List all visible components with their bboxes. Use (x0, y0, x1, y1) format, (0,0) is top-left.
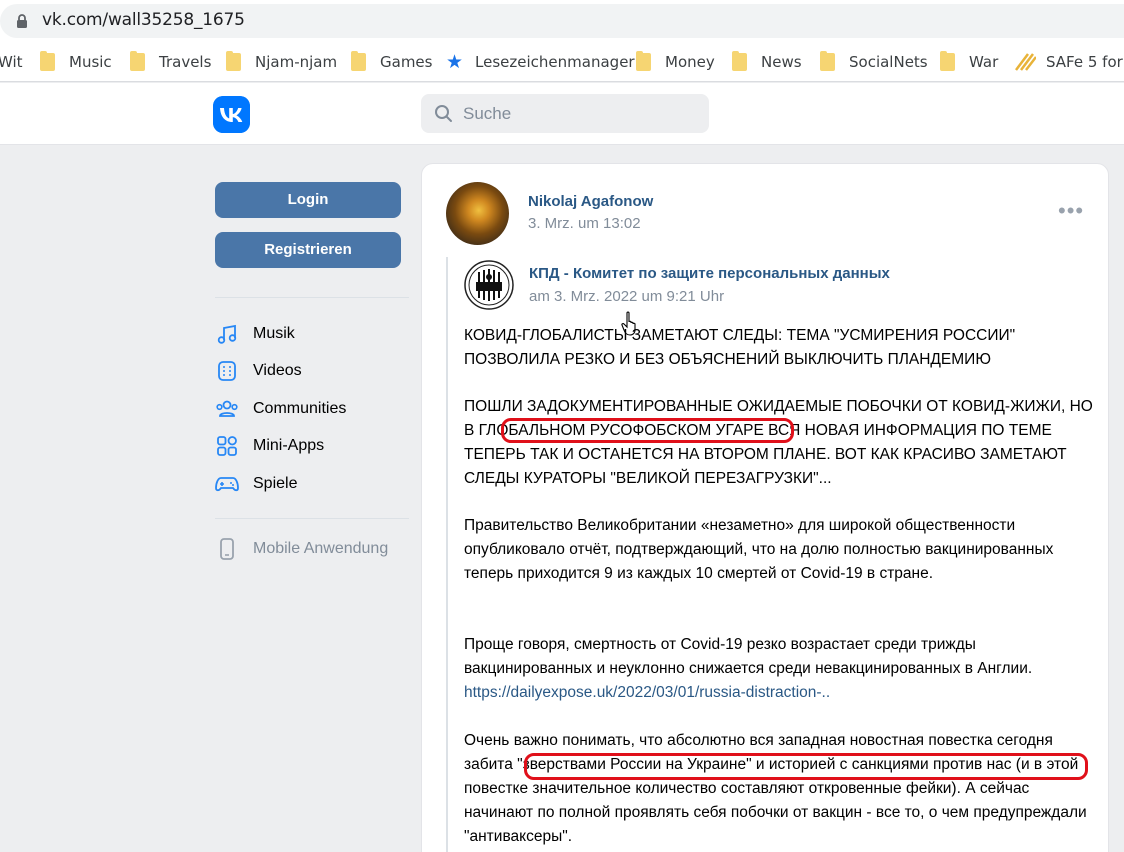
folder-icon (351, 51, 366, 71)
bookmark-label: Games (380, 53, 433, 71)
sidebar-item-label: Communities (253, 400, 347, 417)
source-name[interactable]: КПД - Комитет по защите персональных дан… (529, 265, 890, 282)
source-avatar[interactable] (464, 260, 514, 310)
bookmark-label: SocialNets (849, 53, 928, 71)
bookmark-label: Money (665, 53, 715, 71)
bookmark-njam-njam[interactable]: Njam-njam (226, 51, 338, 72)
bookmark-label: News (761, 53, 802, 71)
bookmark-safe[interactable]: SAFe 5 for L (1014, 52, 1124, 72)
mini-apps-icon (215, 434, 239, 458)
sidebar-item-label: Mobile Anwendung (253, 540, 389, 557)
bookmark-label: War (969, 53, 999, 71)
sidebar-item-label: Musik (253, 325, 295, 342)
sidebar-divider (215, 518, 409, 519)
bookmark-war[interactable]: War (940, 51, 999, 72)
bookmark-label: Njam-njam (255, 53, 338, 71)
folder-icon (732, 51, 747, 71)
sidebar-item-label: Videos (253, 362, 302, 379)
search-input[interactable] (463, 94, 703, 133)
source-date[interactable]: am 3. Mrz. 2022 um 9:21 Uhr (529, 288, 724, 305)
bookmark-news[interactable]: News (732, 51, 802, 72)
bookmark-money[interactable]: Money (636, 51, 715, 72)
folder-icon (636, 51, 651, 71)
search-icon (435, 105, 452, 122)
safe-stripes-icon (1015, 53, 1036, 71)
post-paragraph: Проще говоря, смертность от Covid-19 рез… (464, 636, 1033, 677)
folder-icon (226, 51, 241, 71)
bookmark-wit[interactable]: Wit (0, 52, 23, 72)
phone-icon (215, 537, 239, 561)
sidebar-divider (215, 297, 409, 298)
sidebar-item-communities[interactable]: Communities (215, 395, 346, 423)
sidebar-item-videos[interactable]: Videos (215, 357, 302, 385)
videos-icon (215, 359, 239, 383)
folder-icon (40, 51, 55, 71)
bookmark-label: Music (69, 53, 112, 71)
url-text[interactable]: vk.com/wall35258_1675 (42, 10, 245, 30)
post-paragraph: ПОШЛИ ЗАДОКУМЕНТИРОВАННЫЕ ОЖИДАЕМЫЕ ПОБО… (464, 398, 1093, 487)
highlight-annotation (501, 418, 794, 443)
external-link[interactable]: https://dailyexpose.uk/2022/03/01/russia… (464, 681, 1094, 705)
repost-divider (446, 257, 448, 852)
sidebar-item-mini-apps[interactable]: Mini-Apps (215, 432, 324, 460)
login-button[interactable]: Login (215, 182, 401, 218)
star-icon: ★ (446, 50, 464, 73)
vk-logo[interactable] (213, 96, 250, 133)
bookmark-label: Lesezeichenmanager (475, 53, 635, 71)
more-options-icon[interactable]: ••• (1058, 200, 1084, 222)
sidebar-item-label: Mini-Apps (253, 437, 325, 454)
vk-header (0, 83, 1124, 145)
music-icon (215, 322, 239, 346)
bookmark-games[interactable]: Games (351, 51, 433, 72)
gamepad-icon (215, 472, 239, 496)
bookmarks-bar: Wit Music Travels Njam-njam Games ★ Lesez… (0, 42, 1124, 82)
post-paragraph: Правительство Великобритании «незаметно»… (464, 517, 1054, 582)
author-avatar[interactable] (446, 182, 509, 245)
post-date[interactable]: 3. Mrz. um 13:02 (528, 215, 641, 232)
bookmark-travels[interactable]: Travels (130, 51, 212, 72)
folder-icon (130, 51, 145, 71)
communities-icon (215, 397, 239, 421)
bookmark-music[interactable]: Music (40, 51, 112, 72)
lock-icon[interactable] (16, 13, 28, 29)
browser-address-bar: vk.com/wall35258_1675 (0, 0, 1124, 42)
sidebar-item-mobile-app[interactable]: Mobile Anwendung (215, 535, 388, 563)
sidebar-item-games[interactable]: Spiele (215, 470, 297, 498)
post-paragraph: КОВИД-ГЛОБАЛИСТЫ ЗАМЕТАЮТ СЛЕДЫ: ТЕМА "У… (464, 327, 1016, 368)
sidebar-item-music[interactable]: Musik (215, 320, 295, 348)
sidebar-item-label: Spiele (253, 475, 298, 492)
bookmark-label: Wit (0, 53, 23, 71)
search-box[interactable] (421, 94, 709, 133)
bookmark-label: SAFe 5 for L (1046, 53, 1124, 71)
bookmark-lesezeichenmanager[interactable]: ★ Lesezeichenmanager (446, 52, 635, 72)
bookmark-label: Travels (159, 53, 212, 71)
author-name[interactable]: Nikolaj Agafonow (528, 193, 653, 210)
highlight-annotation (524, 753, 1088, 780)
post-paragraph: Очень важно понимать, что абсолютно вся … (464, 732, 1087, 845)
bookmark-socialnets[interactable]: SocialNets (820, 51, 928, 72)
register-button[interactable]: Registrieren (215, 232, 401, 268)
folder-icon (820, 51, 835, 71)
folder-icon (940, 51, 955, 71)
